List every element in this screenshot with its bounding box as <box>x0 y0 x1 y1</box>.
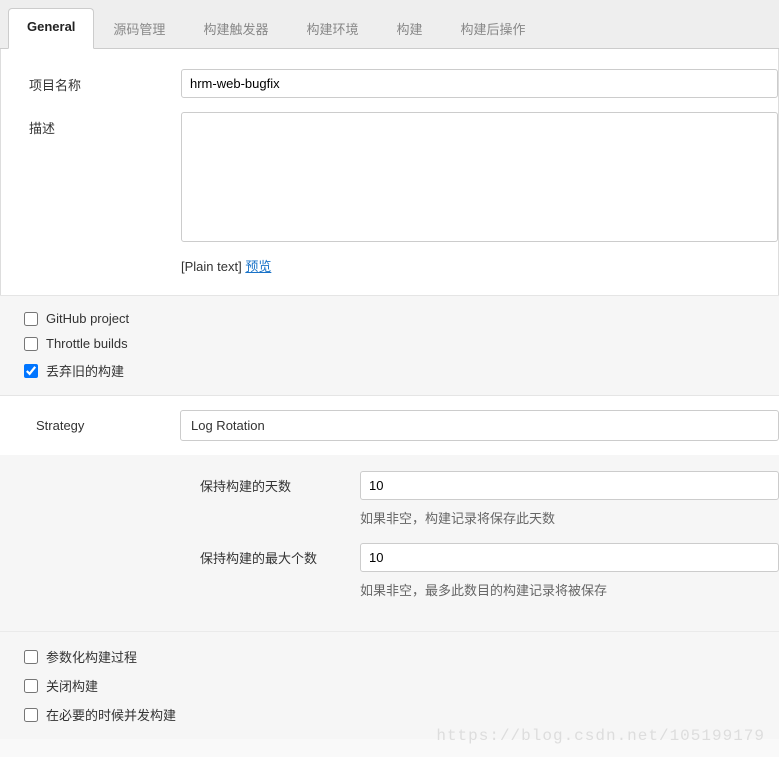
checkbox-discard-old-label: 丢弃旧的构建 <box>46 361 124 380</box>
description-label: 描述 <box>29 112 181 137</box>
tab-scm[interactable]: 源码管理 <box>94 8 184 48</box>
checkbox-throttle-builds-input[interactable] <box>24 337 38 351</box>
project-name-row: 项目名称 <box>29 69 778 98</box>
checkbox-parameterized[interactable]: 参数化构建过程 <box>24 642 779 671</box>
checkbox-concurrent-input[interactable] <box>24 708 38 722</box>
content-panel: 项目名称 描述 [Plain text] 预览 <box>0 49 779 295</box>
days-to-keep-input[interactable] <box>360 471 779 500</box>
checkbox-parameterized-input[interactable] <box>24 650 38 664</box>
days-to-keep-help: 如果非空，构建记录将保存此天数 <box>360 508 779 527</box>
preview-link[interactable]: 预览 <box>245 259 271 274</box>
retention-section: 保持构建的天数 如果非空，构建记录将保存此天数 保持构建的最大个数 如果非空，最… <box>0 455 779 631</box>
days-to-keep-row: 保持构建的天数 <box>200 471 779 500</box>
strategy-label: Strategy <box>36 418 180 433</box>
checkbox-disable-build[interactable]: 关闭构建 <box>24 671 779 700</box>
description-row: 描述 <box>29 112 778 242</box>
tab-postbuild[interactable]: 构建后操作 <box>441 8 544 48</box>
checkbox-throttle-builds[interactable]: Throttle builds <box>24 331 779 356</box>
tab-build[interactable]: 构建 <box>377 8 441 48</box>
checkbox-concurrent-label: 在必要的时候并发构建 <box>46 705 176 724</box>
tabs-bar: General 源码管理 构建触发器 构建环境 构建 构建后操作 <box>0 0 779 49</box>
checkbox-throttle-builds-label: Throttle builds <box>46 336 128 351</box>
checkbox-github-project-label: GitHub project <box>46 311 129 326</box>
strategy-select[interactable]: Log Rotation <box>180 410 779 441</box>
checkbox-discard-old[interactable]: 丢弃旧的构建 <box>24 356 779 385</box>
checkbox-concurrent[interactable]: 在必要的时候并发构建 <box>24 700 779 729</box>
strategy-row: Strategy Log Rotation <box>0 396 779 455</box>
checkbox-section-1: GitHub project Throttle builds 丢弃旧的构建 <box>0 295 779 396</box>
max-to-keep-help: 如果非空，最多此数目的构建记录将被保存 <box>360 580 779 599</box>
checkbox-github-project-input[interactable] <box>24 312 38 326</box>
checkbox-disable-build-input[interactable] <box>24 679 38 693</box>
tab-general[interactable]: General <box>8 8 94 49</box>
project-name-input[interactable] <box>181 69 778 98</box>
checkbox-section-2: 参数化构建过程 关闭构建 在必要的时候并发构建 <box>0 631 779 739</box>
plain-text-label: [Plain text] <box>181 259 242 274</box>
checkbox-parameterized-label: 参数化构建过程 <box>46 647 137 666</box>
checkbox-disable-build-label: 关闭构建 <box>46 676 98 695</box>
project-name-label: 项目名称 <box>29 69 181 94</box>
tab-environment[interactable]: 构建环境 <box>287 8 377 48</box>
checkbox-github-project[interactable]: GitHub project <box>24 306 779 331</box>
description-helper: [Plain text] 预览 <box>181 256 778 275</box>
max-to-keep-input[interactable] <box>360 543 779 572</box>
days-to-keep-label: 保持构建的天数 <box>200 476 360 495</box>
tab-triggers[interactable]: 构建触发器 <box>184 8 287 48</box>
checkbox-discard-old-input[interactable] <box>24 364 38 378</box>
description-textarea[interactable] <box>181 112 778 242</box>
max-to-keep-label: 保持构建的最大个数 <box>200 548 360 567</box>
watermark-text: https://blog.csdn.net/105199179 <box>436 727 765 745</box>
max-to-keep-row: 保持构建的最大个数 <box>200 543 779 572</box>
